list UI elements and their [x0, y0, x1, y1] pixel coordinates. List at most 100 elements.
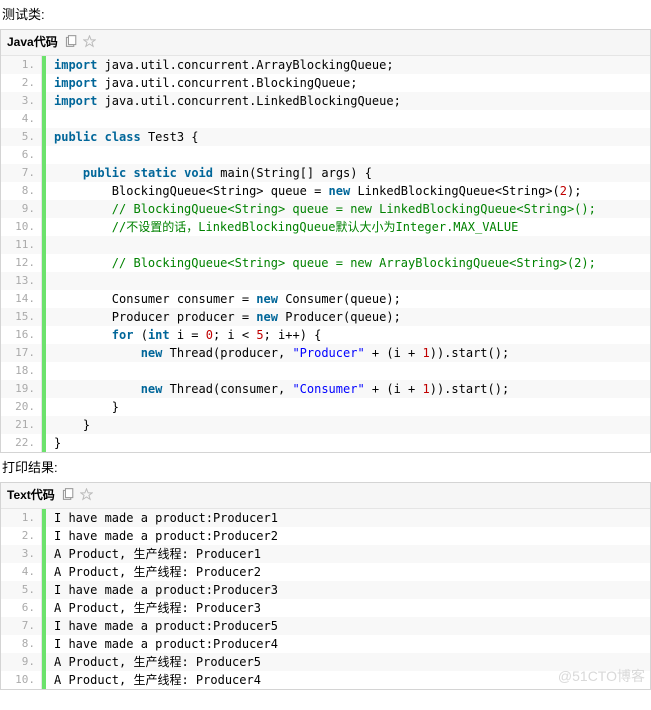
line-content: }	[46, 398, 650, 416]
line-content: import java.util.concurrent.BlockingQueu…	[46, 74, 650, 92]
text-code-row: 2.I have made a product:Producer2	[1, 527, 650, 545]
line-number: 8.	[1, 182, 42, 200]
java-code-row: 15. Producer producer = new Producer(que…	[1, 308, 650, 326]
line-content: I have made a product:Producer5	[46, 617, 650, 635]
line-number: 15.	[1, 308, 42, 326]
line-number: 10.	[1, 218, 42, 236]
line-content: import java.util.concurrent.LinkedBlocki…	[46, 92, 650, 110]
java-code-row: 2.import java.util.concurrent.BlockingQu…	[1, 74, 650, 92]
java-code-header: Java代码	[1, 30, 650, 56]
section-label-print-result: 打印结果:	[0, 453, 651, 482]
line-number: 10.	[1, 671, 42, 689]
java-code-row: 16. for (int i = 0; i < 5; i++) {	[1, 326, 650, 344]
text-code-row: 10.A Product, 生产线程: Producer4	[1, 671, 650, 689]
text-code-row: 6.A Product, 生产线程: Producer3	[1, 599, 650, 617]
copy-icon[interactable]	[61, 488, 74, 501]
line-number: 4.	[1, 563, 42, 581]
java-code-block: Java代码 1.import java.util.concurrent.Arr…	[0, 29, 651, 453]
line-content	[46, 110, 650, 128]
text-code-title: Text代码	[7, 486, 55, 503]
text-code-header: Text代码	[1, 483, 650, 509]
line-content: Producer producer = new Producer(queue);	[46, 308, 650, 326]
java-code-row: 21. }	[1, 416, 650, 434]
line-number: 22.	[1, 434, 42, 452]
java-code-row: 14. Consumer consumer = new Consumer(que…	[1, 290, 650, 308]
line-number: 11.	[1, 236, 42, 254]
line-number: 6.	[1, 599, 42, 617]
text-code-body: 1.I have made a product:Producer1 2.I ha…	[1, 509, 650, 689]
line-content: new Thread(consumer, "Consumer" + (i + 1…	[46, 380, 650, 398]
line-content: }	[46, 416, 650, 434]
line-number: 7.	[1, 164, 42, 182]
line-content	[46, 272, 650, 290]
line-content: }	[46, 434, 650, 452]
java-code-row: 5.public class Test3 {	[1, 128, 650, 146]
text-code-block: Text代码 1.I have made a product:Producer1…	[0, 482, 651, 690]
line-content: //不设置的话，LinkedBlockingQueue默认大小为Integer.…	[46, 218, 650, 236]
line-content	[46, 146, 650, 164]
text-code-row: 5.I have made a product:Producer3	[1, 581, 650, 599]
line-content: import java.util.concurrent.ArrayBlockin…	[46, 56, 650, 74]
line-content: I have made a product:Producer4	[46, 635, 650, 653]
line-content: Consumer consumer = new Consumer(queue);	[46, 290, 650, 308]
line-content: A Product, 生产线程: Producer5	[46, 653, 650, 671]
line-number: 16.	[1, 326, 42, 344]
line-number: 8.	[1, 635, 42, 653]
text-code-row: 3.A Product, 生产线程: Producer1	[1, 545, 650, 563]
line-content: A Product, 生产线程: Producer1	[46, 545, 650, 563]
line-content: I have made a product:Producer2	[46, 527, 650, 545]
line-number: 14.	[1, 290, 42, 308]
line-number: 2.	[1, 74, 42, 92]
line-content	[46, 236, 650, 254]
java-code-body: 1.import java.util.concurrent.ArrayBlock…	[1, 56, 650, 452]
line-number: 18.	[1, 362, 42, 380]
java-code-row: 6.	[1, 146, 650, 164]
line-content: // BlockingQueue<String> queue = new Arr…	[46, 254, 650, 272]
java-code-row: 22.}	[1, 434, 650, 452]
java-code-row: 10. //不设置的话，LinkedBlockingQueue默认大小为Inte…	[1, 218, 650, 236]
line-content: I have made a product:Producer3	[46, 581, 650, 599]
copy-icon[interactable]	[64, 35, 77, 48]
java-code-row: 7. public static void main(String[] args…	[1, 164, 650, 182]
line-content: new Thread(producer, "Producer" + (i + 1…	[46, 344, 650, 362]
java-code-row: 18.	[1, 362, 650, 380]
line-number: 12.	[1, 254, 42, 272]
java-code-row: 4.	[1, 110, 650, 128]
java-code-row: 11.	[1, 236, 650, 254]
java-code-row: 20. }	[1, 398, 650, 416]
line-number: 1.	[1, 509, 42, 527]
line-number: 3.	[1, 92, 42, 110]
text-code-row: 9.A Product, 生产线程: Producer5	[1, 653, 650, 671]
line-number: 5.	[1, 581, 42, 599]
section-label-test-class: 测试类:	[0, 0, 651, 29]
java-code-row: 17. new Thread(producer, "Producer" + (i…	[1, 344, 650, 362]
line-content: // BlockingQueue<String> queue = new Lin…	[46, 200, 650, 218]
line-content: A Product, 生产线程: Producer3	[46, 599, 650, 617]
line-content	[46, 362, 650, 380]
line-number: 3.	[1, 545, 42, 563]
line-content: public static void main(String[] args) {	[46, 164, 650, 182]
line-content: A Product, 生产线程: Producer2	[46, 563, 650, 581]
line-number: 4.	[1, 110, 42, 128]
line-number: 9.	[1, 200, 42, 218]
line-number: 7.	[1, 617, 42, 635]
text-code-row: 1.I have made a product:Producer1	[1, 509, 650, 527]
line-content: A Product, 生产线程: Producer4	[46, 671, 650, 689]
java-code-row: 8. BlockingQueue<String> queue = new Lin…	[1, 182, 650, 200]
line-number: 6.	[1, 146, 42, 164]
text-code-row: 4.A Product, 生产线程: Producer2	[1, 563, 650, 581]
java-code-row: 13.	[1, 272, 650, 290]
star-icon[interactable]	[83, 35, 96, 48]
java-code-row: 12. // BlockingQueue<String> queue = new…	[1, 254, 650, 272]
line-number: 17.	[1, 344, 42, 362]
line-number: 20.	[1, 398, 42, 416]
line-content: public class Test3 {	[46, 128, 650, 146]
line-content: BlockingQueue<String> queue = new Linked…	[46, 182, 650, 200]
star-icon[interactable]	[80, 488, 93, 501]
java-code-row: 9. // BlockingQueue<String> queue = new …	[1, 200, 650, 218]
line-number: 21.	[1, 416, 42, 434]
line-number: 13.	[1, 272, 42, 290]
java-code-row: 1.import java.util.concurrent.ArrayBlock…	[1, 56, 650, 74]
text-code-row: 7.I have made a product:Producer5	[1, 617, 650, 635]
line-content: for (int i = 0; i < 5; i++) {	[46, 326, 650, 344]
